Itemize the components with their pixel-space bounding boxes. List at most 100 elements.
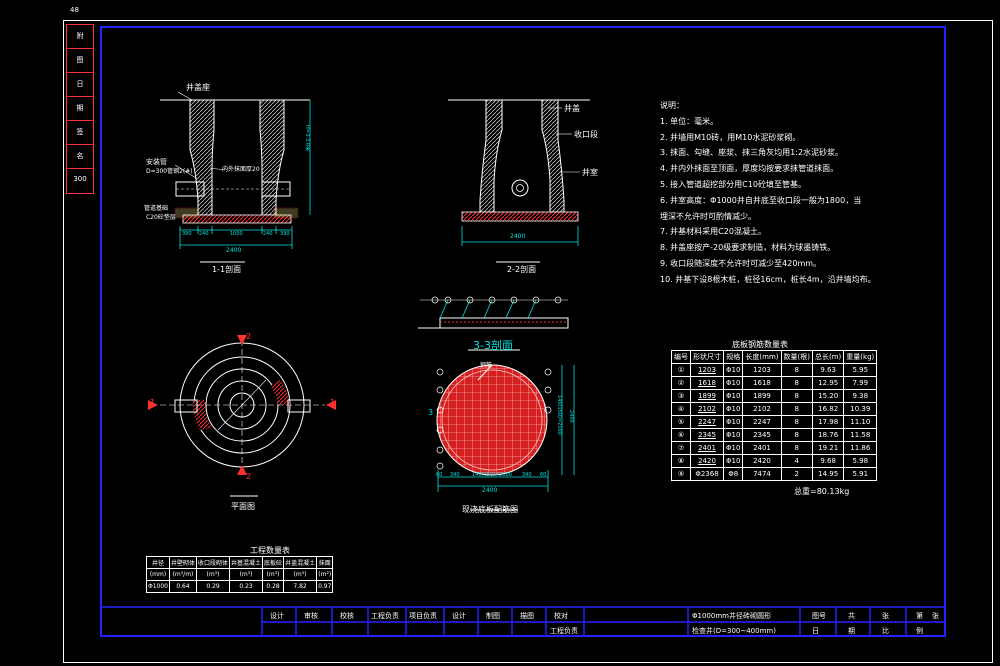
label-cover: 井盖 [564, 104, 580, 113]
title-block-cell: 描图 [520, 612, 534, 620]
table-cell: 4 [780, 454, 814, 468]
qty-table-header: 底板砼 [262, 556, 285, 569]
section-1-1-title: 1-1剖面 [212, 265, 242, 274]
rebar-dim: 140(150)=2100 [472, 472, 512, 478]
table-cell: 18.76 [811, 428, 845, 442]
table-cell: ① [671, 363, 691, 377]
table-cell: Φ10 [722, 415, 744, 429]
table-cell: 15.20 [811, 389, 845, 403]
note-item: 9. 收口段随深度不允许时可减少至420mm。 [660, 258, 822, 268]
table-cell: 17.98 [811, 415, 845, 429]
table-cell: ② [671, 376, 691, 390]
rebar-table-header: 编号 [671, 350, 691, 364]
table-cell: 2247 [742, 415, 782, 429]
plan-mark-right: 1 [330, 398, 336, 407]
table-cell: 0.28 [262, 580, 285, 593]
table-row: ⑨ Φ2368 Φ8 7474 2 14.95 5.91 [671, 467, 878, 481]
table-cell: ④ [671, 402, 691, 416]
table-row: ① 1203 Φ10 1203 8 9.63 5.95 [671, 363, 878, 377]
title-block-cell: 工程负责 [550, 627, 578, 635]
rebar-dim-side-total: 2400 [568, 410, 574, 423]
qty-table-header: 收口段砌体 [196, 556, 231, 569]
table-cell: 1899 [742, 389, 782, 403]
title-block-right-cell: 共 [848, 612, 855, 620]
rebar-dim: 60 [540, 472, 547, 478]
note-item: 8. 井盖座按产-20级要求制造，材料为球墨铸铁。 [660, 243, 836, 253]
title-block-cell: 审核 [304, 612, 318, 620]
table-cell: 9.68 [811, 454, 845, 468]
qty-table-subheader: (mm) [146, 568, 170, 581]
rebar-table-title: 底板钢筋数量表 [732, 340, 788, 349]
table-row: ⑧ 2420 Φ10 2420 4 9.68 5.98 [671, 454, 878, 468]
table-cell: 1899 [690, 389, 724, 403]
table-cell: 2102 [742, 402, 782, 416]
title-block-right-cell: 例 [916, 627, 923, 635]
table-cell: 11.58 [843, 428, 878, 442]
rebar-dim: 340 [450, 472, 460, 478]
qty-table-header: 井基混凝土 [229, 556, 264, 569]
label-body: 井室 [582, 168, 598, 177]
qty-table-subheader: (m³) [229, 568, 264, 581]
rebar-plan-drawing [431, 296, 575, 511]
table-cell: 2420 [690, 454, 724, 468]
table-cell: 5.91 [843, 467, 878, 481]
title-block-right-cell: 日 [812, 627, 819, 635]
table-cell: 9.63 [811, 363, 845, 377]
title-block-cell: 设计 [452, 612, 466, 620]
note-item: 埋深不允许时可酌情减少。 [660, 211, 756, 221]
title-block-right-cell: 张 [932, 612, 939, 620]
table-row: ⑦ 2401 Φ10 2401 8 19.21 11.86 [671, 441, 878, 455]
dim-total-2-2: 2400 [510, 233, 526, 240]
notes-block: 说明： 1. 单位：毫米。 2. 井墙用M10砖，用M10水泥砂浆砌。 3. 抹… [660, 98, 876, 288]
qty-table-header: 井盖混凝土 [283, 556, 318, 569]
table-cell: Φ10 [722, 454, 744, 468]
table-cell: 2345 [742, 428, 782, 442]
title-block-right-cell: 图号 [812, 612, 826, 620]
table-cell: 8 [780, 428, 814, 442]
section-2-2-title: 2-2剖面 [507, 265, 537, 274]
rebar-plan-title: 现浇底板配筋图 [462, 505, 518, 514]
table-row: ⑤ 2247 Φ10 2247 8 17.98 11.10 [671, 415, 878, 429]
dim-1-1: 240 [199, 231, 209, 237]
table-cell: 14.95 [811, 467, 845, 481]
qty-table-subheader-row: (mm) (m³/m) (m³) (m³) (m³) (m³) (m²) [146, 568, 334, 581]
notes-heading: 说明： [660, 101, 684, 110]
table-row: ③ 1899 Φ10 1899 8 15.20 9.38 [671, 389, 878, 403]
rebar-dim-side: 140(150)=2100 [556, 395, 562, 435]
note-item: 2. 井墙用M10砖，用M10水泥砂浆砌。 [660, 132, 801, 142]
qty-table-subheader: (m³/m) [168, 568, 198, 581]
table-cell: Φ10 [722, 428, 744, 442]
rebar-table-header: 数量(根) [780, 350, 814, 364]
dim-1-1: 390 [182, 231, 192, 237]
rebar-table-total: 总重=80.13kg [794, 487, 850, 496]
table-cell: 8 [780, 402, 814, 416]
table-cell: ⑤ [671, 415, 691, 429]
table-cell: 5.98 [843, 454, 878, 468]
table-cell: Φ10 [722, 389, 744, 403]
drawing-name-line1: Φ1000mm井径砖砌圆形 [692, 612, 771, 620]
table-cell: 12.95 [811, 376, 845, 390]
rebar-dim: 340 [522, 472, 532, 478]
rebar-table-header: 规格 [722, 350, 744, 364]
table-cell: 5.95 [843, 363, 878, 377]
table-cell: 2247 [690, 415, 724, 429]
table-cell: 0.23 [229, 580, 264, 593]
title-block-cell: 制图 [486, 612, 500, 620]
plan-view-drawing [148, 335, 336, 497]
qty-table-header: 井径 [146, 556, 170, 569]
label-c20: C20砼垫层 [146, 214, 176, 221]
qty-table-header: 抹面 [316, 556, 334, 569]
note-item: 3. 抹面、勾缝、座浆、抹三角灰均用1:2水泥砂浆。 [660, 148, 844, 158]
label-well-cover: 井盖座 [186, 83, 210, 92]
table-cell: 7474 [742, 467, 782, 481]
table-cell: 2401 [690, 441, 724, 455]
label-steel: 钢筋 [480, 362, 493, 369]
label-neck: 收口段 [574, 130, 598, 139]
table-cell: 0.29 [196, 580, 231, 593]
note-item: 6. 井室高度：Φ1000井自井底至收口段一般为1800，当 [660, 195, 862, 205]
label-inner-outer: 内外抹面厚20 [222, 166, 260, 173]
section-3-3-title: 3-3剖面 [473, 339, 513, 352]
title-block-cell: 项目负责 [409, 612, 437, 620]
table-cell: 2420 [742, 454, 782, 468]
table-cell: 8 [780, 389, 814, 403]
